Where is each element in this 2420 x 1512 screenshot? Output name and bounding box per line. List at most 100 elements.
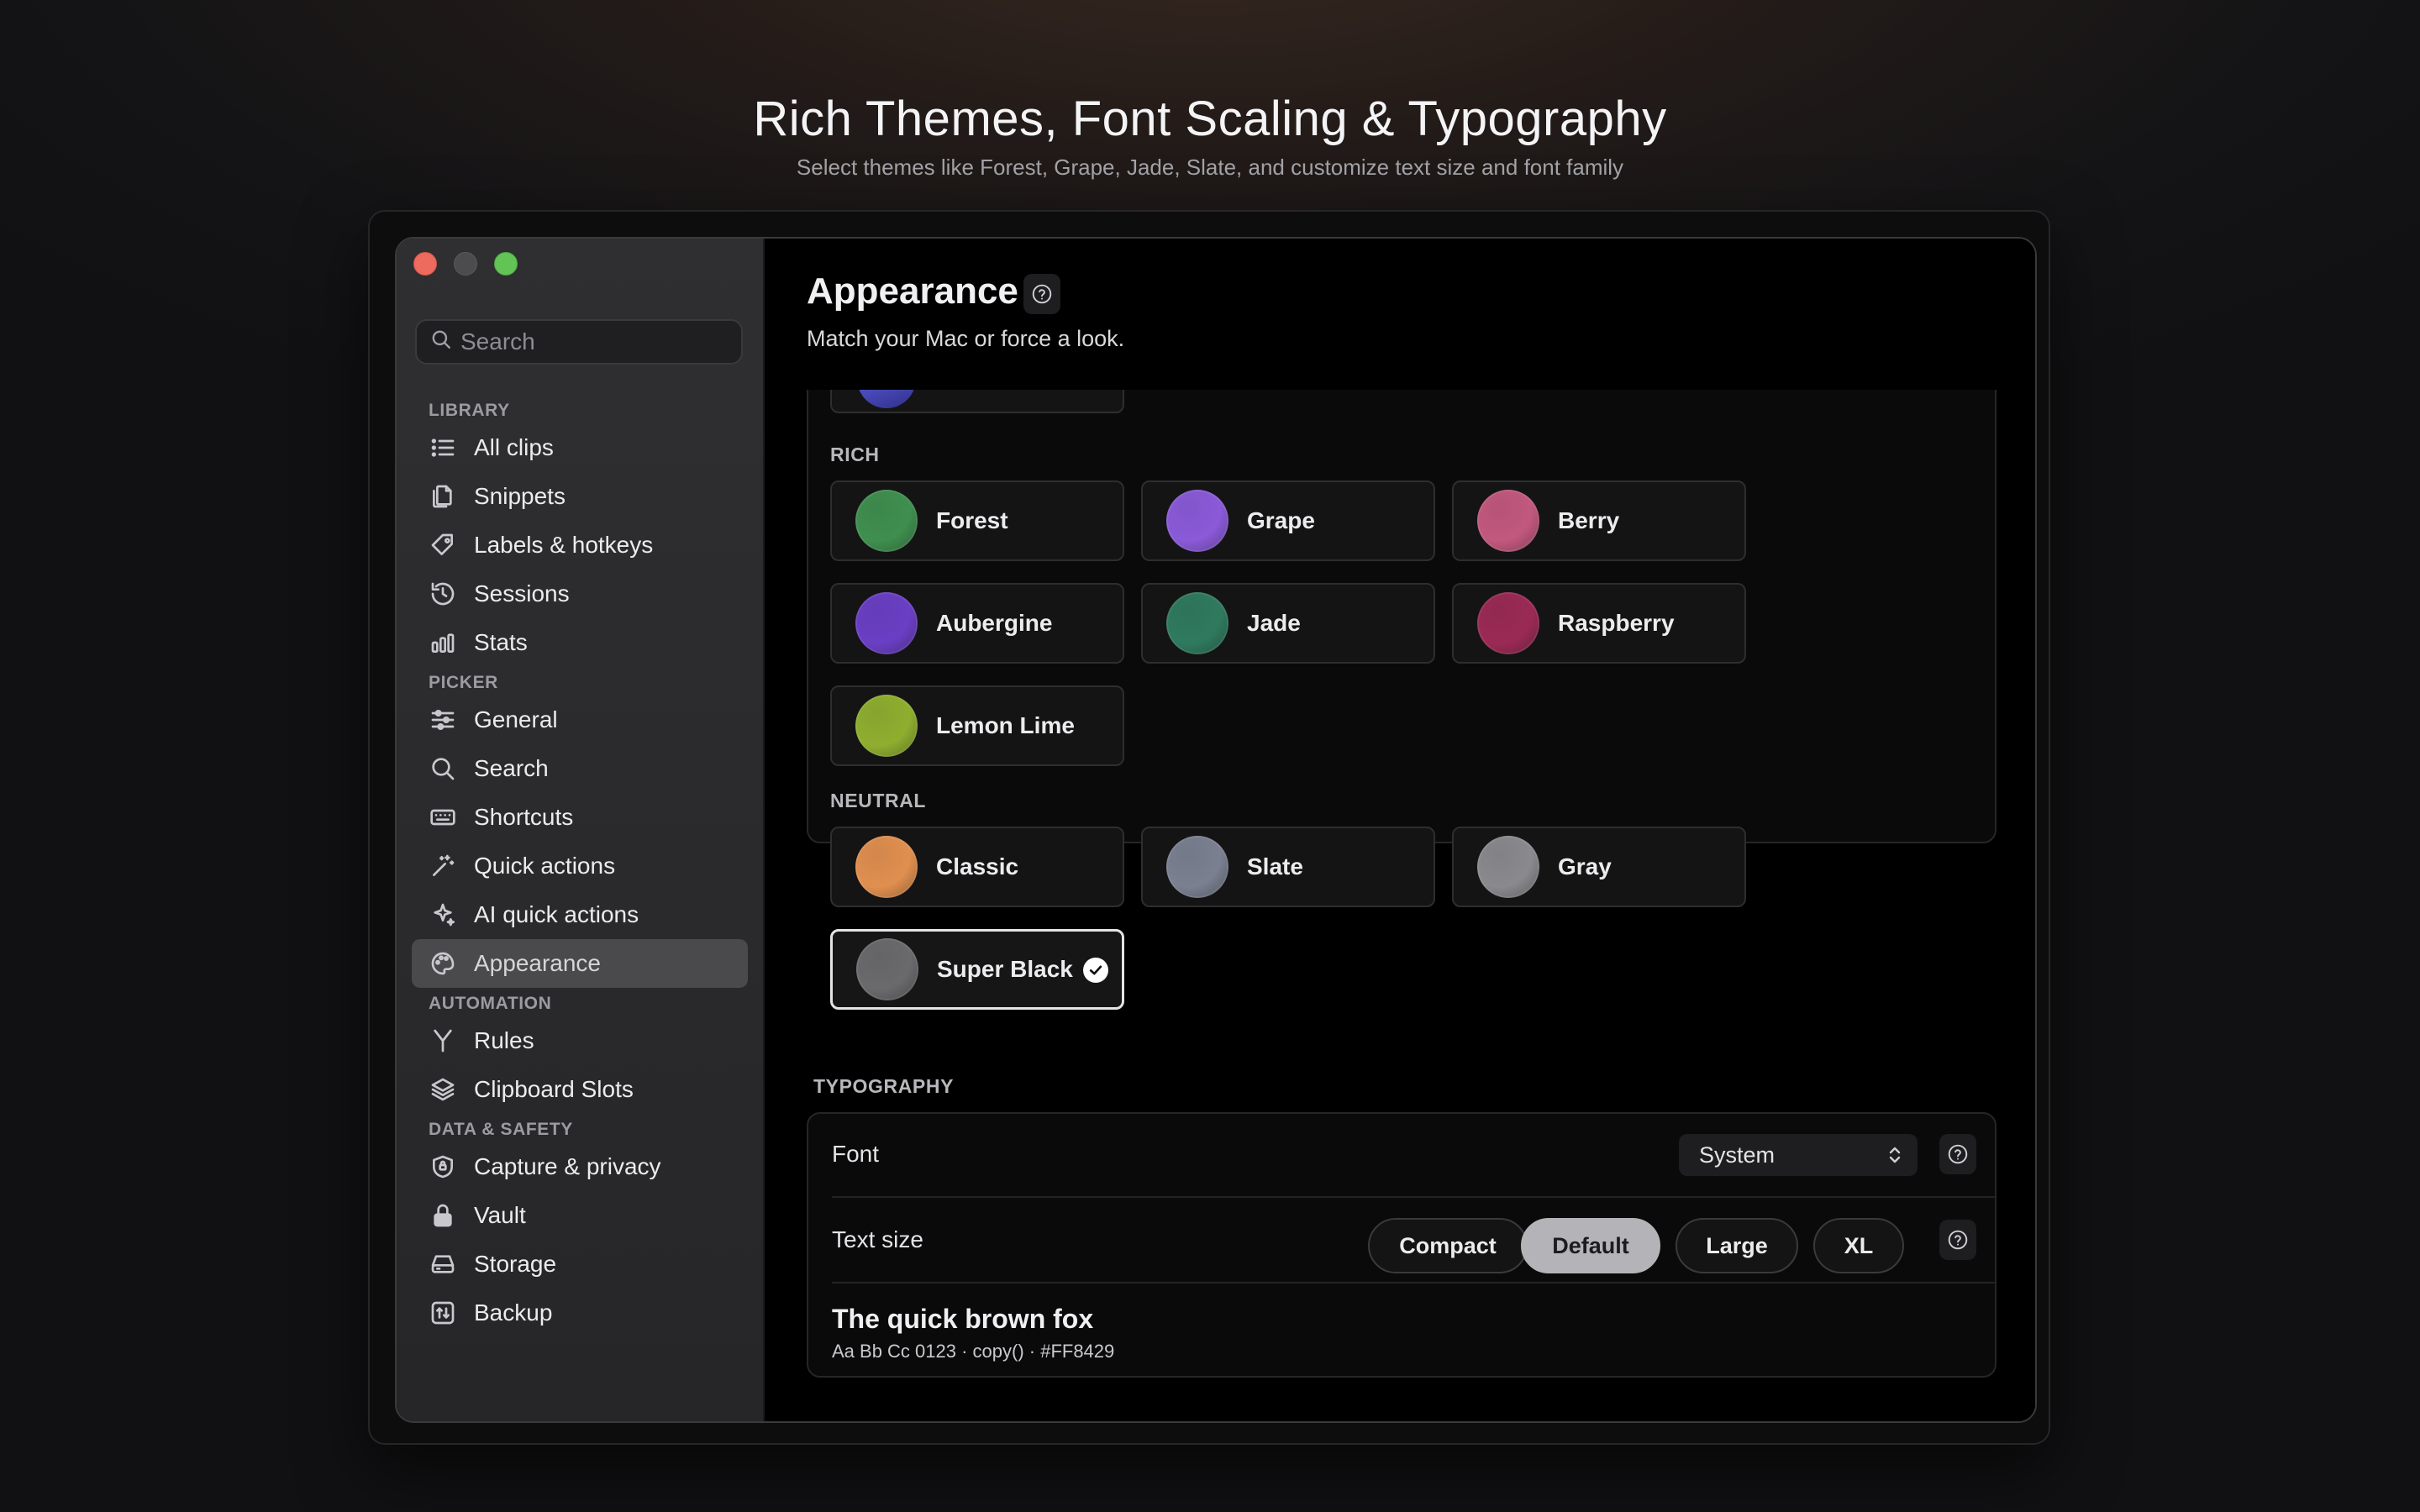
rich-section-label: RICH [830, 444, 880, 465]
font-select-value: System [1699, 1142, 1776, 1168]
bar-chart-icon [429, 628, 457, 657]
text-size-compact-button[interactable]: Compact [1368, 1218, 1528, 1273]
sidebar-item-stats[interactable]: Stats [412, 618, 748, 667]
sidebar-item-snippets[interactable]: Snippets [412, 472, 748, 521]
sidebar-item-labels-hotkeys[interactable]: Labels & hotkeys [412, 521, 748, 570]
sidebar-nav: LIBRARY All clips Snippets Labels & hotkeys… [397, 395, 763, 1337]
layers-icon [429, 1075, 457, 1104]
question-icon [1948, 1144, 1968, 1164]
fork-icon [429, 1026, 457, 1055]
divider [832, 1196, 1995, 1198]
theme-name: Forest [936, 507, 1008, 533]
sidebar-item-ai-quick-actions[interactable]: AI quick actions [412, 890, 748, 939]
theme-card-berry[interactable]: Berry [1452, 480, 1746, 561]
font-help-button[interactable] [1939, 1134, 1976, 1174]
window-controls [413, 252, 518, 276]
sidebar-item-label: AI quick actions [474, 901, 639, 927]
keyboard-icon [429, 803, 457, 832]
theme-swatch [1477, 836, 1539, 898]
text-size-xl-button[interactable]: XL [1813, 1218, 1904, 1273]
sidebar-search-input[interactable] [460, 328, 729, 355]
sidebar-item-capture-privacy[interactable]: Capture & privacy [412, 1142, 748, 1191]
main-content: RICH Forest Grape Berry Aubergine Jade Raspbe… [765, 239, 2035, 1421]
sidebar-item-quick-actions[interactable]: Quick actions [412, 842, 748, 890]
sidebar-item-clipboard-slots[interactable]: Clipboard Slots [412, 1065, 748, 1114]
settings-window: LIBRARY All clips Snippets Labels & hotkeys… [395, 237, 2037, 1423]
sidebar-item-rules[interactable]: Rules [412, 1016, 748, 1065]
sidebar-item-shortcuts[interactable]: Shortcuts [412, 793, 748, 842]
sidebar-item-label: Snippets [474, 483, 566, 509]
theme-card-forest[interactable]: Forest [830, 480, 1124, 561]
theme-name: Berry [1558, 507, 1620, 533]
theme-name: Aubergine [936, 610, 1053, 636]
theme-card-lemon-lime[interactable]: Lemon Lime [830, 685, 1124, 766]
sidebar-item-vault[interactable]: Vault [412, 1191, 748, 1240]
sidebar-item-label: All clips [474, 434, 554, 460]
theme-swatch [1166, 490, 1228, 552]
theme-card-raspberry[interactable]: Raspberry [1452, 583, 1746, 664]
sidebar-item-label: Appearance [474, 950, 602, 976]
typography-panel: Font System Text size Compact Default Larg… [807, 1112, 1996, 1378]
font-label: Font [832, 1141, 880, 1167]
hero-subtitle: Select themes like Forest, Grape, Jade, … [796, 155, 1624, 180]
backup-icon [429, 1299, 457, 1327]
appearance-help-button[interactable] [1023, 274, 1060, 314]
sidebar-item-all-clips[interactable]: All clips [412, 423, 748, 472]
tag-icon [429, 531, 457, 559]
theme-name: Slate [1247, 853, 1303, 879]
sidebar-item-label: Backup [474, 1299, 553, 1326]
typography-section-label: TYPOGRAPHY [813, 1075, 955, 1097]
sidebar-section-label: PICKER [429, 673, 498, 692]
theme-swatch [1166, 592, 1228, 654]
text-size-help-button[interactable] [1939, 1220, 1976, 1260]
lock-icon [429, 1201, 457, 1230]
sidebar-item-sessions[interactable]: Sessions [412, 570, 748, 618]
zoom-button[interactable] [494, 252, 518, 276]
font-select[interactable]: System [1679, 1134, 1918, 1176]
theme-swatch [855, 490, 918, 552]
question-icon [1032, 284, 1052, 304]
sidebar-item-label: Sessions [474, 580, 570, 606]
sidebar-item-label: Shortcuts [474, 804, 574, 830]
minimize-button[interactable] [454, 252, 477, 276]
theme-name: Super Black [937, 956, 1073, 982]
sidebar-section-label: DATA & SAFETY [429, 1120, 573, 1139]
theme-card-classic[interactable]: Classic [830, 827, 1124, 907]
sidebar-item-search[interactable]: Search [412, 744, 748, 793]
sidebar-item-backup[interactable]: Backup [412, 1289, 748, 1337]
theme-card-super-black[interactable]: Super Black [830, 929, 1124, 1010]
sidebar-item-appearance[interactable]: Appearance [412, 939, 748, 988]
theme-card-grape[interactable]: Grape [1141, 480, 1435, 561]
theme-card-aubergine[interactable]: Aubergine [830, 583, 1124, 664]
theme-swatch [856, 938, 918, 1000]
sidebar-item-label: General [474, 706, 558, 732]
sidebar-item-general[interactable]: General [412, 696, 748, 744]
search-icon [429, 754, 457, 783]
theme-name: Jade [1247, 610, 1301, 636]
text-size-large-button[interactable]: Large [1676, 1218, 1798, 1273]
neutral-section-label: NEUTRAL [830, 790, 927, 811]
theme-card-jade[interactable]: Jade [1141, 583, 1435, 664]
theme-card-slate[interactable]: Slate [1141, 827, 1435, 907]
theme-swatch [1166, 836, 1228, 898]
documents-icon [429, 482, 457, 511]
sidebar-search[interactable] [415, 319, 743, 365]
divider [832, 1282, 1995, 1284]
theme-name: Raspberry [1558, 610, 1675, 636]
sidebar-item-storage[interactable]: Storage [412, 1240, 748, 1289]
search-icon [430, 328, 452, 356]
sidebar-item-label: Capture & privacy [474, 1153, 661, 1179]
question-icon [1948, 1230, 1968, 1250]
text-size-label: Text size [832, 1226, 923, 1252]
checkmark-icon [1083, 958, 1108, 983]
text-size-default-button[interactable]: Default [1521, 1218, 1660, 1273]
sidebar-item-label: Vault [474, 1202, 526, 1228]
preview-sample: Aa Bb Cc 0123 · copy() · #FF8429 [832, 1341, 1115, 1362]
chevron-updown-icon [1886, 1144, 1904, 1172]
drive-icon [429, 1250, 457, 1278]
close-button[interactable] [413, 252, 437, 276]
sidebar-item-label: Clipboard Slots [474, 1076, 634, 1102]
theme-card-gray[interactable]: Gray [1452, 827, 1746, 907]
magic-wand-icon [429, 852, 457, 880]
sliders-icon [429, 706, 457, 734]
